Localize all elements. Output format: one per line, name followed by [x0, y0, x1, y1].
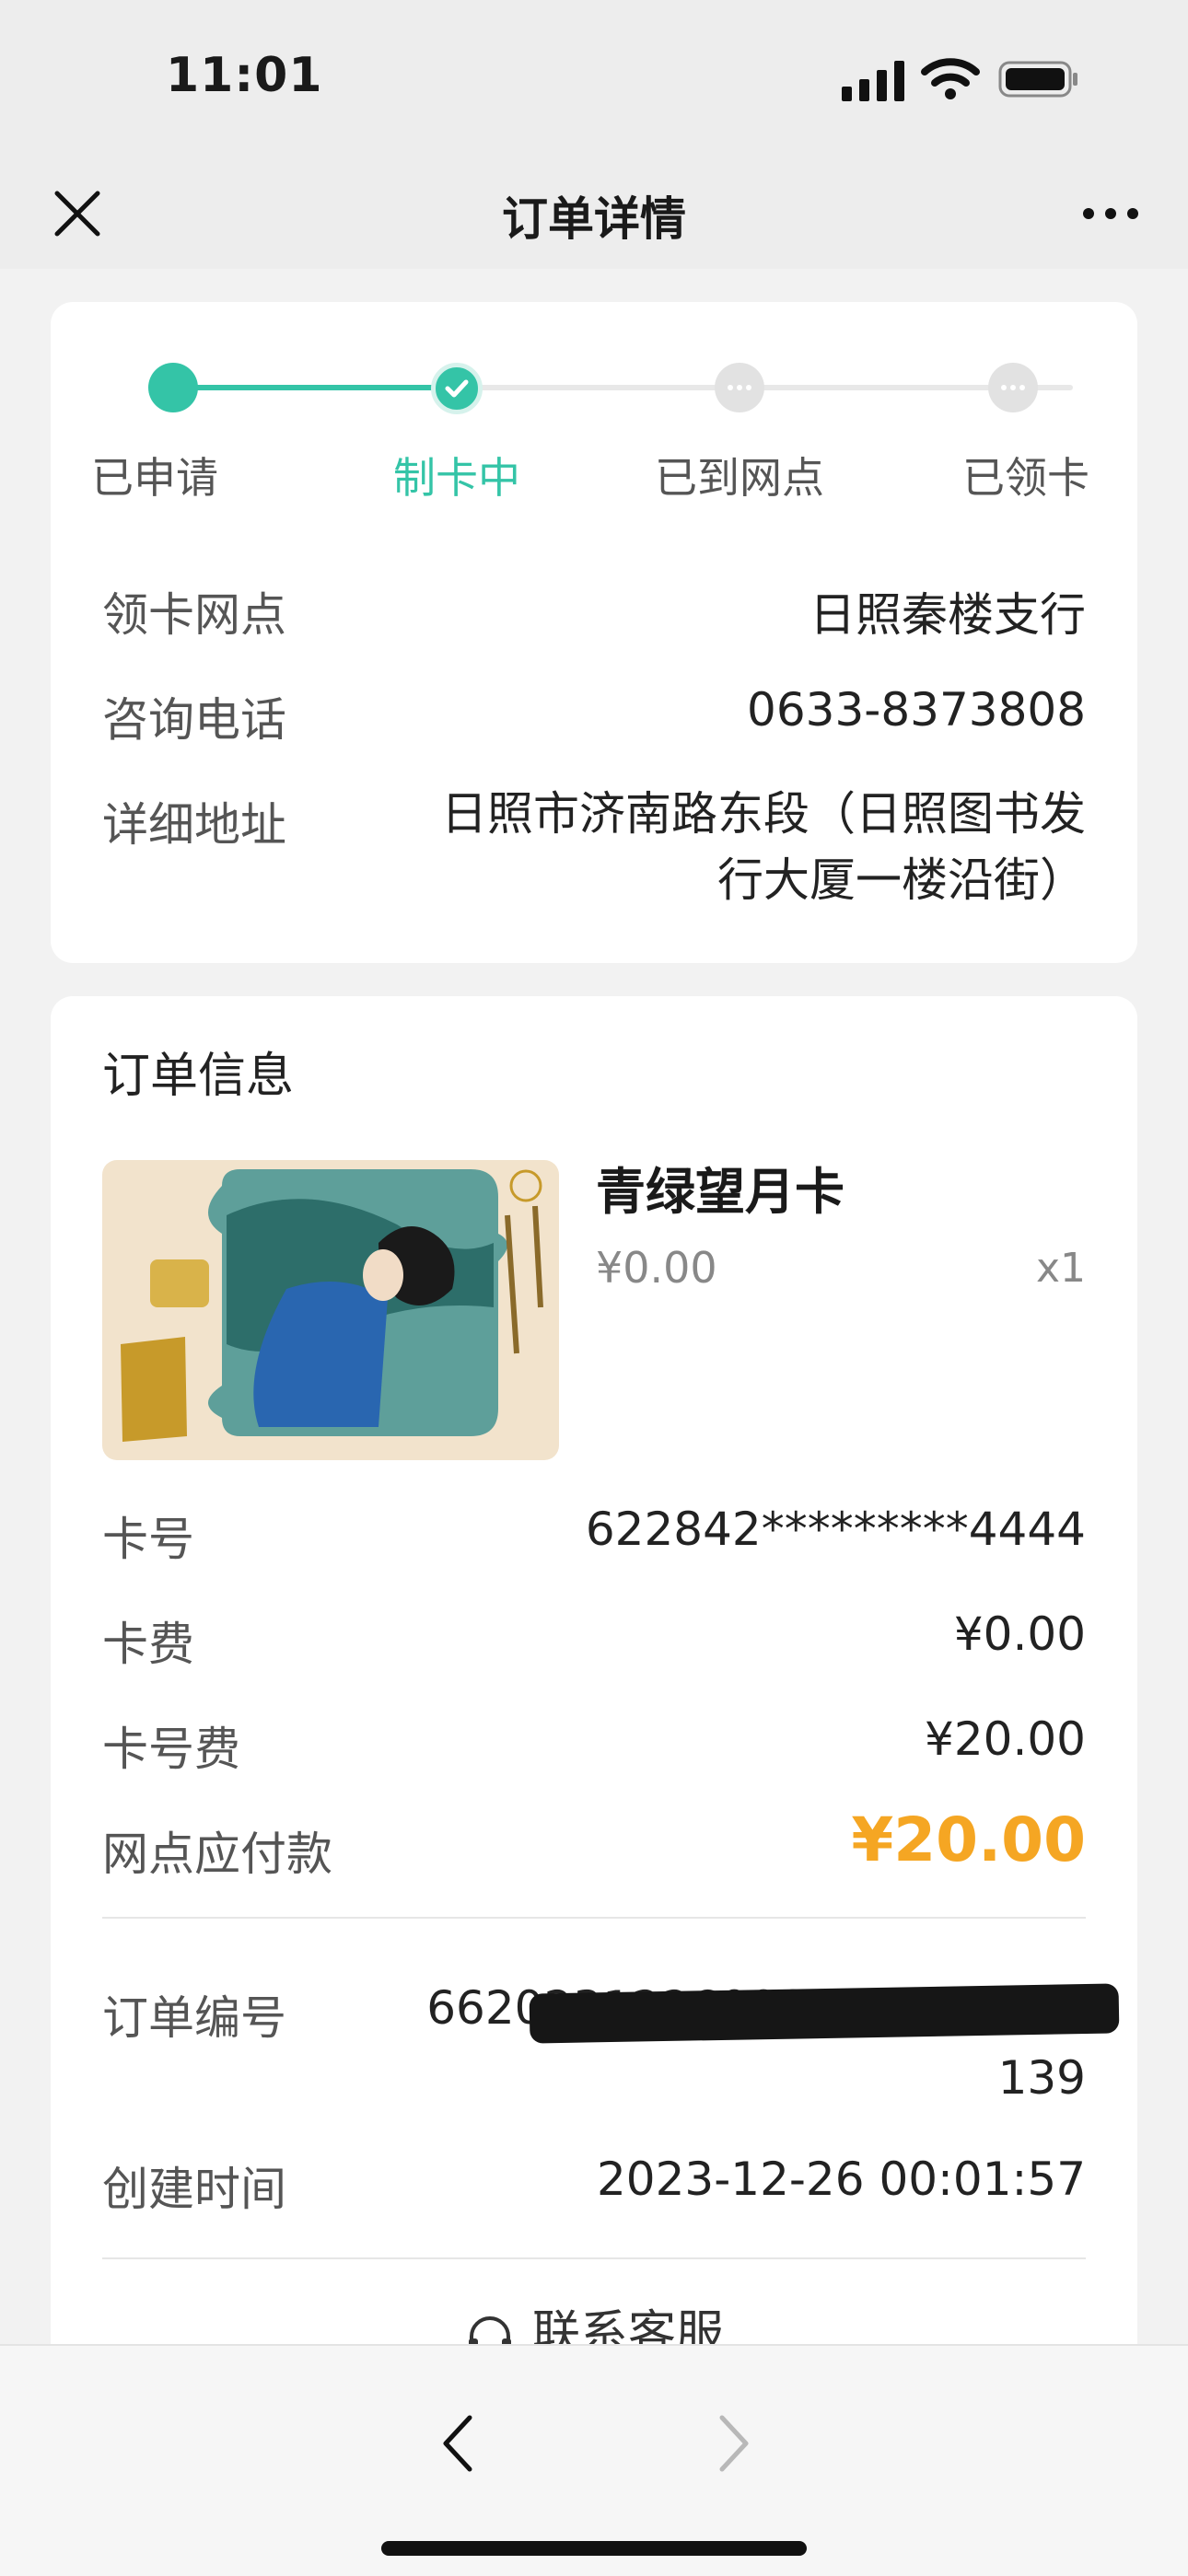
content-area: 已申请 制卡中 已到网点 已领卡 领卡网点 日照秦楼支行 咨询电话 0633-8… [0, 269, 1188, 2344]
progress-line-done [173, 385, 456, 390]
contact-service-button[interactable]: 联系客服 [51, 2294, 1137, 2344]
headset-icon [468, 2316, 511, 2344]
phone-value[interactable]: 0633-8373808 [747, 683, 1086, 737]
phone-label: 咨询电话 [102, 693, 286, 747]
ellipsis-icon [728, 385, 751, 390]
wifi-icon [921, 58, 980, 99]
bank-card-image [102, 1160, 559, 1460]
product-price: ¥0.00 [596, 1243, 717, 1293]
step-dot-applied [148, 363, 198, 412]
progress-line-pending [456, 385, 1073, 390]
status-time: 11:01 [166, 48, 323, 103]
address-label: 详细地址 [102, 798, 286, 852]
contact-service-label: 联系客服 [531, 2306, 724, 2344]
card-fee-value: ¥0.00 [953, 1607, 1086, 1661]
order-number-value-line2: 139 [997, 2051, 1086, 2105]
progress-steps: 已申请 制卡中 已到网点 已领卡 [51, 302, 1137, 505]
battery-icon [998, 61, 1077, 98]
ellipsis-icon [1001, 385, 1025, 390]
status-bar: 11:01 [0, 0, 1188, 157]
chevron-left-icon[interactable] [433, 2408, 484, 2478]
payable-label: 网点应付款 [102, 1828, 332, 1881]
step-label-at-branch: 已到网点 [655, 453, 824, 503]
step-label-received: 已领卡 [962, 453, 1089, 503]
order-number-label: 订单编号 [102, 1991, 286, 2045]
created-time-label: 创建时间 [102, 2163, 286, 2216]
payable-amount: ¥20.00 [851, 1804, 1086, 1875]
card-fee-label: 卡费 [102, 1618, 194, 1671]
divider [102, 1917, 1086, 1919]
product-name: 青绿望月卡 [596, 1163, 844, 1221]
number-fee-value: ¥20.00 [925, 1712, 1086, 1766]
page-title: 订单详情 [502, 192, 686, 246]
more-icon[interactable] [1077, 184, 1144, 243]
address-value: 日照市济南路东段（日照图书发行大厦一楼沿街） [441, 787, 1086, 907]
step-dot-at-branch [715, 363, 764, 412]
step-label-making: 制卡中 [393, 453, 520, 503]
order-section-title: 订单信息 [102, 1049, 295, 1104]
chevron-right-icon[interactable] [707, 2408, 759, 2478]
home-indicator [381, 2541, 807, 2556]
signal-icon [842, 61, 904, 101]
order-card: 订单信息 青绿望月卡 ¥0.00 x1 卡号 622842*********44… [51, 996, 1137, 2344]
product-quantity: x1 [1035, 1245, 1086, 1292]
progress-card: 已申请 制卡中 已到网点 已领卡 领卡网点 日照秦楼支行 咨询电话 0633-8… [51, 302, 1137, 963]
redaction-mark [529, 1983, 1120, 2044]
check-icon [445, 379, 469, 398]
card-number-value: 622842*********4444 [585, 1503, 1086, 1556]
pickup-branch-value: 日照秦楼支行 [809, 588, 1086, 642]
bottom-toolbar [0, 2344, 1188, 2576]
pickup-branch-label: 领卡网点 [102, 588, 286, 642]
step-label-applied: 已申请 [91, 453, 218, 503]
card-number-label: 卡号 [102, 1513, 194, 1566]
nav-bar: 订单详情 [0, 157, 1188, 269]
divider [102, 2257, 1086, 2259]
step-dot-received [988, 363, 1038, 412]
step-dot-making [431, 363, 483, 414]
number-fee-label: 卡号费 [102, 1723, 240, 1776]
created-time-value: 2023-12-26 00:01:57 [596, 2152, 1086, 2206]
